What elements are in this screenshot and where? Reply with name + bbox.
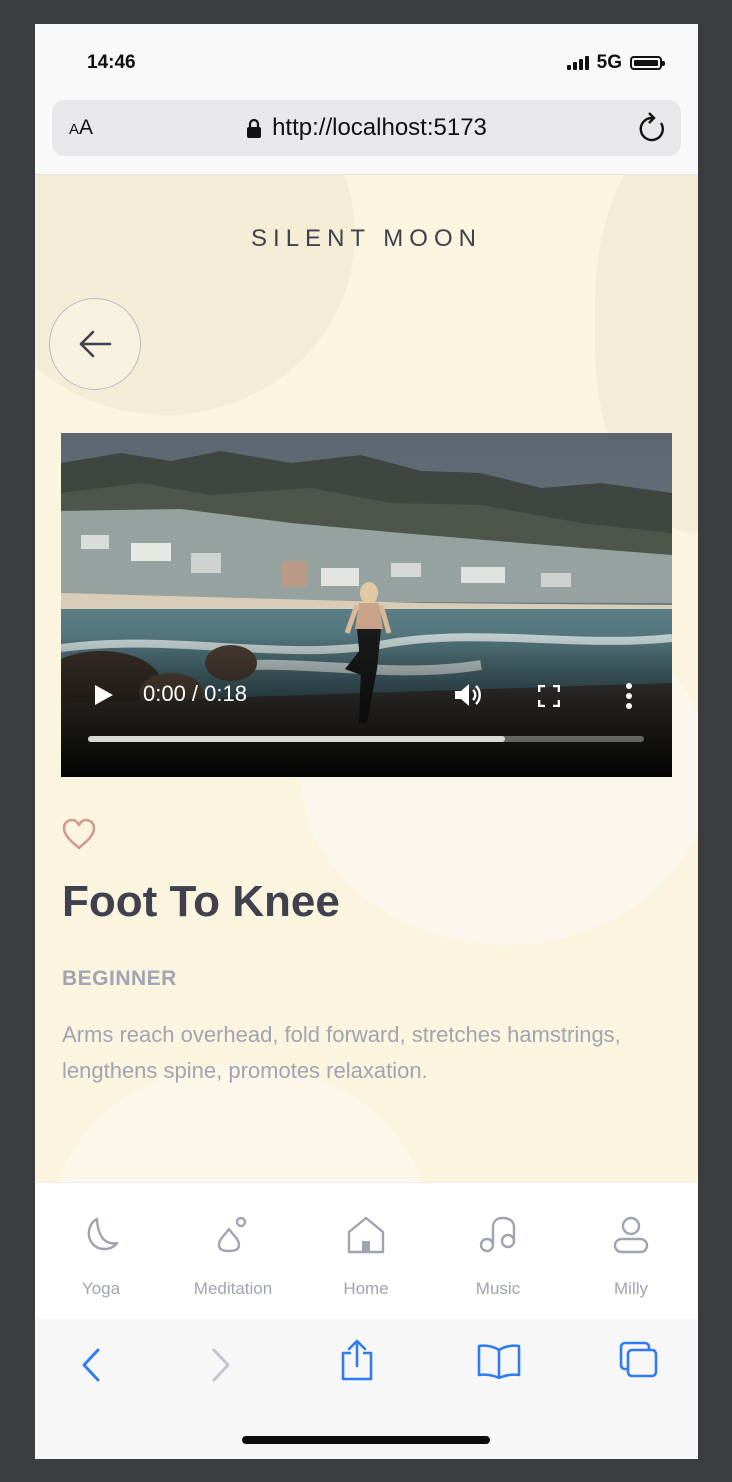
tabs-icon[interactable] [619,1341,659,1379]
lock-icon [246,117,262,138]
video-time: 0:00 / 0:18 [143,681,247,706]
moon-icon [87,1217,119,1251]
signal-icon [566,56,589,70]
exercise-description: Arms reach overhead, fold forward, stret… [62,1022,621,1083]
video-progress-bar[interactable] [88,736,644,742]
more-options-icon[interactable] [625,683,633,709]
tab-label: Yoga [81,1279,121,1298]
browser-forward-icon[interactable] [211,1347,231,1383]
tab-profile[interactable]: Milly [565,1183,697,1319]
brand-title: SILENT MOON [251,225,482,252]
difficulty-level: BEGINNER [62,967,177,990]
tab-home[interactable]: Home [300,1183,432,1319]
browser-toolbar [35,1319,698,1459]
tab-label: Meditation [193,1279,273,1298]
tab-label: Music [475,1279,521,1298]
arrow-left-icon [79,330,112,358]
status-time: 14:46 [87,52,136,73]
tab-meditation[interactable]: Meditation [167,1183,299,1319]
video-frame [61,433,672,777]
meditation-icon [217,1216,247,1253]
reload-icon[interactable] [637,112,667,149]
app-tab-bar: Yoga Meditation Home Music Milly [35,1182,698,1320]
url-display[interactable]: http://localhost:5173 [52,114,681,142]
content-area: SILENT MOON 0:00 / 0:18 Foot To Knee BEG… [35,174,698,1183]
user-icon [613,1216,649,1254]
play-icon[interactable] [95,685,113,705]
exercise-title: Foot To Knee [62,877,340,926]
share-icon[interactable] [339,1339,375,1381]
home-icon [347,1216,385,1254]
network-type: 5G [596,52,622,73]
music-icon [479,1216,516,1253]
video-player[interactable]: 0:00 / 0:18 [61,433,672,777]
status-indicators: 5G [566,52,665,74]
tab-label: Milly [614,1279,648,1298]
volume-icon[interactable] [453,681,483,709]
home-indicator[interactable] [242,1436,490,1444]
video-progress-fill [88,736,505,742]
address-bar[interactable]: AA http://localhost:5173 [52,100,681,156]
battery-icon [630,56,665,70]
tab-label: Home [343,1279,389,1298]
tab-yoga[interactable]: Yoga [35,1183,167,1319]
back-button[interactable] [49,298,141,390]
bookmarks-icon[interactable] [477,1343,521,1379]
fullscreen-icon[interactable] [538,685,560,707]
browser-back-icon[interactable] [81,1347,101,1383]
url-text: http://localhost:5173 [272,114,487,141]
tab-music[interactable]: Music [432,1183,564,1319]
favorite-heart-icon[interactable] [61,817,97,851]
phone-screen: 14:46 5G AA http://localhost:5173 SILENT… [35,24,698,1459]
